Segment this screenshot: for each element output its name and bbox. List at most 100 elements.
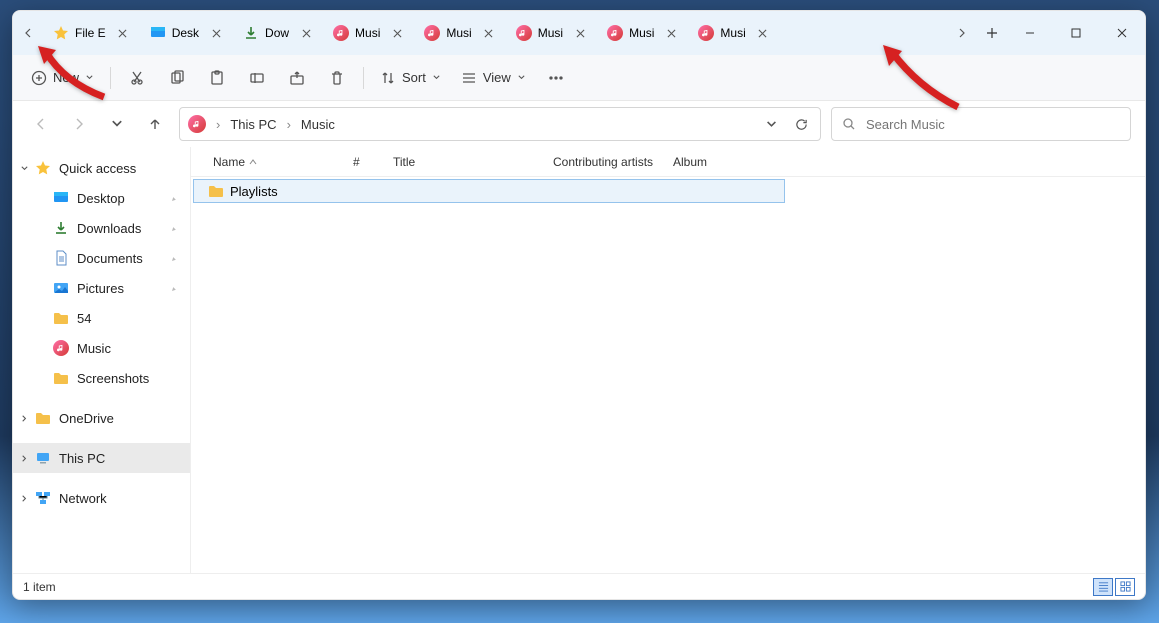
search-box[interactable] <box>831 107 1131 141</box>
tab-close[interactable] <box>662 24 680 42</box>
window-controls <box>1007 11 1145 55</box>
column-album[interactable]: Album <box>665 155 775 169</box>
close-window-button[interactable] <box>1099 11 1145 55</box>
sidebar-item-label: Music <box>77 341 111 356</box>
folder-icon <box>35 410 51 426</box>
breadcrumb-this-pc[interactable]: This PC <box>230 117 276 132</box>
sidebar-quick-access[interactable]: Quick access <box>13 153 190 183</box>
column-track-num[interactable]: # <box>345 155 385 169</box>
tab-music[interactable]: Musi <box>688 16 777 50</box>
column-label: Album <box>673 155 707 169</box>
forward-button[interactable] <box>65 110 93 138</box>
column-name[interactable]: Name <box>205 155 345 169</box>
tab-label: Musi <box>538 26 563 40</box>
tab-close[interactable] <box>114 24 132 42</box>
tab-label: Musi <box>355 26 380 40</box>
sort-button[interactable]: Sort <box>372 62 449 94</box>
sidebar-item-pictures[interactable]: Pictures <box>13 273 190 303</box>
sidebar-item-screenshots[interactable]: Screenshots <box>13 363 190 393</box>
chevron-right-icon[interactable] <box>17 494 31 503</box>
sidebar-item-desktop[interactable]: Desktop <box>13 183 190 213</box>
search-icon <box>842 117 856 131</box>
thumbnails-view-button[interactable] <box>1115 578 1135 596</box>
tab-downloads[interactable]: Dow <box>233 16 321 50</box>
address-bar[interactable]: › This PC › Music <box>179 107 821 141</box>
column-title[interactable]: Title <box>385 155 545 169</box>
refresh-button[interactable] <box>790 113 812 135</box>
tab-music[interactable]: Musi <box>414 16 503 50</box>
sidebar-onedrive[interactable]: OneDrive <box>13 403 190 433</box>
tab-close[interactable] <box>207 24 225 42</box>
sidebar-item-label: Downloads <box>77 221 141 236</box>
cut-button[interactable] <box>119 62 155 94</box>
tab-file-explorer[interactable]: File E <box>43 16 138 50</box>
sort-asc-icon <box>249 155 257 169</box>
tab-music[interactable]: Musi <box>323 16 412 50</box>
folder-icon <box>208 183 224 199</box>
column-label: Name <box>213 155 245 169</box>
breadcrumb-root-icon[interactable] <box>188 115 206 133</box>
chevron-right-icon[interactable] <box>17 414 31 423</box>
sidebar: Quick access Desktop Downloads Documents… <box>13 147 191 573</box>
address-dropdown[interactable] <box>760 113 782 135</box>
chevron-right-icon[interactable] <box>17 454 31 463</box>
sidebar-item-label: OneDrive <box>59 411 114 426</box>
sidebar-network[interactable]: Network <box>13 483 190 513</box>
file-row-playlists[interactable]: Playlists <box>193 179 785 203</box>
sidebar-item-documents[interactable]: Documents <box>13 243 190 273</box>
separator <box>363 67 364 89</box>
sidebar-item-downloads[interactable]: Downloads <box>13 213 190 243</box>
recent-button[interactable] <box>103 110 131 138</box>
sidebar-item-music[interactable]: Music <box>13 333 190 363</box>
more-button[interactable] <box>538 62 574 94</box>
up-button[interactable] <box>141 110 169 138</box>
new-tab-button[interactable] <box>977 11 1007 55</box>
sidebar-item-label: Quick access <box>59 161 136 176</box>
tab-close[interactable] <box>388 24 406 42</box>
music-icon <box>607 25 623 41</box>
minimize-button[interactable] <box>1007 11 1053 55</box>
tab-music[interactable]: Musi <box>506 16 595 50</box>
view-button[interactable]: View <box>453 62 534 94</box>
rename-button[interactable] <box>239 62 275 94</box>
tab-scroll-right[interactable] <box>947 11 977 55</box>
tab-close[interactable] <box>571 24 589 42</box>
tab-scroll-left[interactable] <box>13 11 43 55</box>
sidebar-item-label: Network <box>59 491 107 506</box>
new-button[interactable]: New <box>23 62 102 94</box>
back-button[interactable] <box>27 110 55 138</box>
separator <box>110 67 111 89</box>
sidebar-this-pc[interactable]: This PC <box>13 443 190 473</box>
column-label: Contributing artists <box>553 155 653 169</box>
tab-music[interactable]: Musi <box>597 16 686 50</box>
chevron-right-icon[interactable]: › <box>285 117 293 132</box>
maximize-button[interactable] <box>1053 11 1099 55</box>
nav-row: › This PC › Music <box>13 101 1145 147</box>
folder-icon <box>53 370 69 386</box>
tab-strip: File E Desk Dow Musi <box>43 11 947 55</box>
chevron-right-icon[interactable]: › <box>214 117 222 132</box>
tab-desktop[interactable]: Desk <box>140 16 231 50</box>
chevron-down-icon[interactable] <box>17 164 31 173</box>
details-view-button[interactable] <box>1093 578 1113 596</box>
tab-close[interactable] <box>754 24 772 42</box>
search-input[interactable] <box>864 116 1120 133</box>
column-contrib[interactable]: Contributing artists <box>545 155 665 169</box>
tab-close[interactable] <box>297 24 315 42</box>
delete-button[interactable] <box>319 62 355 94</box>
toolbar: New Sort View <box>13 55 1145 101</box>
copy-button[interactable] <box>159 62 195 94</box>
share-button[interactable] <box>279 62 315 94</box>
pin-icon <box>165 189 183 207</box>
star-icon <box>53 25 69 41</box>
tab-close[interactable] <box>480 24 498 42</box>
music-icon <box>698 25 714 41</box>
tab-label: File E <box>75 26 106 40</box>
sidebar-item-54[interactable]: 54 <box>13 303 190 333</box>
music-icon <box>53 340 69 356</box>
paste-button[interactable] <box>199 62 235 94</box>
sidebar-item-label: 54 <box>77 311 91 326</box>
breadcrumb-music[interactable]: Music <box>301 117 335 132</box>
pin-icon <box>165 219 183 237</box>
music-icon <box>333 25 349 41</box>
